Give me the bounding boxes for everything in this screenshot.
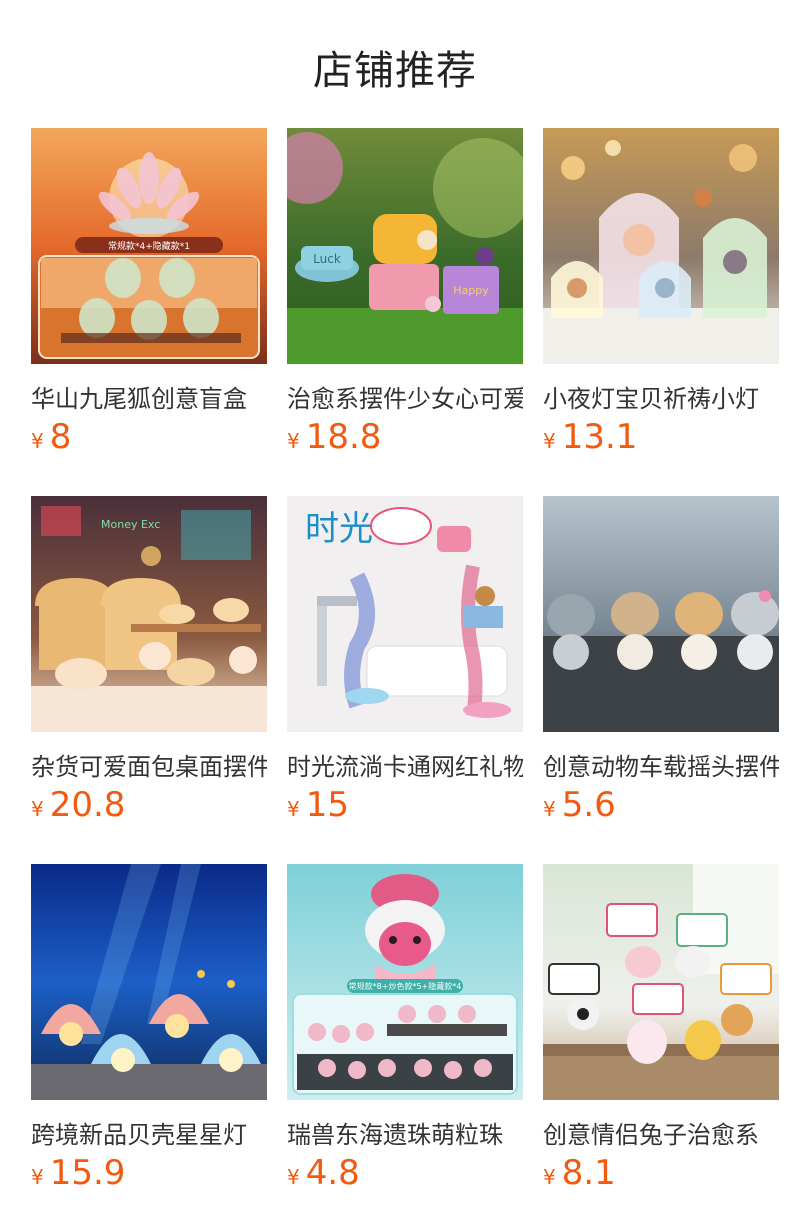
price-value: 13.1 xyxy=(561,417,638,457)
product-grid: 常规款*4+隐藏款*1 华山九尾狐创意盲盒 ¥8 Luck Happy 治愈系摆… xyxy=(31,128,779,1228)
product-image-text: 时光 xyxy=(305,509,373,549)
product-name[interactable]: 小夜灯宝贝祈祷小灯 xyxy=(543,379,779,414)
product-price: ¥4.8 xyxy=(287,1153,360,1193)
product-image-badge: 常规款*8+炒色款*5+隐藏款*4 xyxy=(349,981,462,991)
price-value: 5.6 xyxy=(561,785,616,825)
product-image[interactable]: Luck Happy xyxy=(287,128,523,364)
product-card[interactable]: 时光 时光流淌卡通网红礼物 ¥15 xyxy=(287,496,523,836)
product-price: ¥13.1 xyxy=(543,417,637,457)
currency-symbol: ¥ xyxy=(287,797,300,821)
product-card[interactable]: 常规款*4+隐藏款*1 华山九尾狐创意盲盒 ¥8 xyxy=(31,128,267,468)
product-card[interactable]: 常规款*8+炒色款*5+隐藏款*4 瑞兽东海遗珠萌粒珠 ¥4.8 xyxy=(287,864,523,1204)
product-image[interactable] xyxy=(543,864,779,1100)
price-value: 20.8 xyxy=(49,785,126,825)
product-name[interactable]: 治愈系摆件少女心可爱 xyxy=(287,379,523,414)
product-image[interactable]: 时光 xyxy=(287,496,523,732)
product-name[interactable]: 瑞兽东海遗珠萌粒珠 xyxy=(287,1115,523,1150)
product-name[interactable]: 华山九尾狐创意盲盒 xyxy=(31,379,267,414)
price-value: 15 xyxy=(305,785,349,825)
price-value: 4.8 xyxy=(305,1153,360,1193)
product-name[interactable]: 跨境新品贝壳星星灯 xyxy=(31,1115,267,1150)
product-price: ¥20.8 xyxy=(31,785,125,825)
currency-symbol: ¥ xyxy=(287,429,300,453)
product-price: ¥15 xyxy=(287,785,349,825)
currency-symbol: ¥ xyxy=(31,1165,44,1189)
product-card[interactable]: 小夜灯宝贝祈祷小灯 ¥13.1 xyxy=(543,128,779,468)
product-name[interactable]: 创意动物车载摇头摆件 xyxy=(543,747,779,782)
currency-symbol: ¥ xyxy=(543,1165,556,1189)
currency-symbol: ¥ xyxy=(287,1165,300,1189)
product-image[interactable]: 常规款*8+炒色款*5+隐藏款*4 xyxy=(287,864,523,1100)
product-card[interactable]: 创意情侣兔子治愈系 ¥8.1 xyxy=(543,864,779,1204)
product-name[interactable]: 创意情侣兔子治愈系 xyxy=(543,1115,779,1150)
product-name[interactable]: 时光流淌卡通网红礼物 xyxy=(287,747,523,782)
product-price: ¥18.8 xyxy=(287,417,381,457)
product-card[interactable]: 跨境新品贝壳星星灯 ¥15.9 xyxy=(31,864,267,1204)
currency-symbol: ¥ xyxy=(31,797,44,821)
svg-text:Happy: Happy xyxy=(453,284,489,297)
product-card[interactable]: Luck Happy 治愈系摆件少女心可爱 ¥18.8 xyxy=(287,128,523,468)
price-value: 8 xyxy=(49,417,72,457)
product-price: ¥15.9 xyxy=(31,1153,125,1193)
price-value: 15.9 xyxy=(49,1153,126,1193)
product-price: ¥5.6 xyxy=(543,785,616,825)
product-image[interactable] xyxy=(543,128,779,364)
product-image-badge: 常规款*4+隐藏款*1 xyxy=(108,240,190,252)
product-price: ¥8 xyxy=(31,417,71,457)
product-image-text: Luck xyxy=(313,252,341,266)
currency-symbol: ¥ xyxy=(543,797,556,821)
currency-symbol: ¥ xyxy=(31,429,44,453)
price-value: 18.8 xyxy=(305,417,382,457)
product-image[interactable] xyxy=(31,864,267,1100)
product-image[interactable] xyxy=(543,496,779,732)
product-image-text: Money Exc xyxy=(101,518,160,531)
product-image[interactable]: 常规款*4+隐藏款*1 xyxy=(31,128,267,364)
currency-symbol: ¥ xyxy=(543,429,556,453)
product-card[interactable]: Money Exc 杂货可爱面包桌面摆件 ¥20.8 xyxy=(31,496,267,836)
product-image[interactable]: Money Exc xyxy=(31,496,267,732)
price-value: 8.1 xyxy=(561,1153,616,1193)
product-name[interactable]: 杂货可爱面包桌面摆件 xyxy=(31,747,267,782)
product-price: ¥8.1 xyxy=(543,1153,616,1193)
page-title: 店铺推荐 xyxy=(313,48,477,94)
product-card[interactable]: 创意动物车载摇头摆件 ¥5.6 xyxy=(543,496,779,836)
